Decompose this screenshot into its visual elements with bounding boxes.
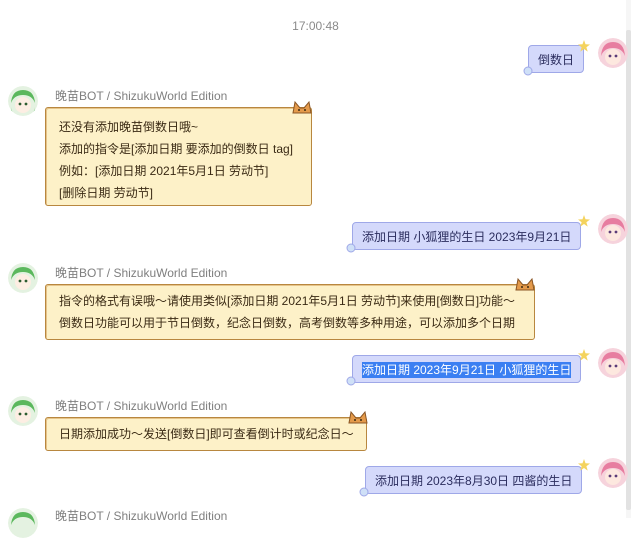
green-haired-girl-avatar-icon [8, 263, 38, 293]
cat-ears-icon [515, 277, 535, 291]
cat-ears-icon [348, 410, 368, 424]
bubble-corner-icon [346, 243, 356, 253]
bot-sender-name: 晚苗BOT / ShizukuWorld Edition [55, 266, 228, 280]
user-avatar[interactable] [598, 348, 628, 378]
user-message-bubble[interactable]: 添加日期 2023年8月30日 四酱的生日 [365, 466, 583, 494]
bot-avatar[interactable] [8, 263, 38, 293]
bubble-corner-icon [523, 66, 533, 76]
user-avatar[interactable] [598, 214, 628, 244]
star-icon [578, 349, 590, 361]
scrollbar[interactable] [626, 0, 631, 518]
bot-sender-name: 晚苗BOT / ShizukuWorld Edition [55, 509, 228, 523]
user-avatar[interactable] [598, 38, 628, 68]
bot-message-line: 倒数日功能可以用于节日倒数，纪念日倒数，高考倒数等多种用途，可以添加多个日期 [59, 316, 516, 330]
bot-message-line: 例如：[添加日期 2021年5月1日 劳动节] [59, 164, 269, 178]
bot-message-line: 日期添加成功～发送[倒数日]即可查看倒计时或纪念日～ [59, 427, 354, 441]
user-message-text: 添加日期 小狐狸的生日 2023年9月21日 [362, 230, 572, 244]
star-icon [578, 215, 590, 227]
bubble-corner-icon [359, 487, 369, 497]
bubble-corner-icon [346, 376, 356, 386]
pink-haired-girl-avatar-icon [598, 348, 628, 378]
bot-message-bubble[interactable]: 指令的格式有误哦～请使用类似[添加日期 2021年5月1日 劳动节]来使用[倒数… [45, 284, 535, 340]
bot-message-line: 添加的指令是[添加日期 要添加的倒数日 tag] [59, 142, 294, 156]
user-message-bubble[interactable]: 倒数日 [528, 45, 585, 73]
user-message-text: 添加日期 2023年8月30日 四酱的生日 [375, 474, 573, 488]
cat-ears-icon [292, 100, 312, 114]
pink-haired-girl-avatar-icon [598, 38, 628, 68]
star-icon [578, 459, 590, 471]
star-icon [578, 40, 590, 52]
bot-message-line: [删除日期 劳动节] [59, 186, 154, 200]
bot-sender-name: 晚苗BOT / ShizukuWorld Edition [55, 89, 228, 103]
user-message-bubble[interactable]: 添加日期 2023年9月21日 小狐狸的生日 [352, 355, 582, 383]
bot-message-line: 还没有添加晚苗倒数日哦~ [59, 120, 199, 134]
selected-message-text[interactable]: 添加日期 2023年9月21日 小狐狸的生日 [362, 362, 572, 378]
green-haired-girl-avatar-icon [8, 508, 38, 538]
green-haired-girl-avatar-icon [8, 86, 38, 116]
user-message-text: 倒数日 [538, 53, 575, 67]
bot-avatar[interactable] [8, 396, 38, 426]
bot-message-bubble[interactable]: 日期添加成功～发送[倒数日]即可查看倒计时或纪念日～ [45, 417, 367, 451]
bot-sender-name: 晚苗BOT / ShizukuWorld Edition [55, 399, 228, 413]
green-haired-girl-avatar-icon [8, 396, 38, 426]
bot-avatar[interactable] [8, 86, 38, 116]
bot-avatar[interactable] [8, 508, 38, 538]
scroll-thumb[interactable] [626, 30, 631, 510]
bot-message-bubble[interactable]: 还没有添加晚苗倒数日哦~ 添加的指令是[添加日期 要添加的倒数日 tag] 例如… [45, 107, 312, 206]
pink-haired-girl-avatar-icon [598, 458, 628, 488]
user-message-bubble[interactable]: 添加日期 小狐狸的生日 2023年9月21日 [352, 222, 582, 250]
user-avatar[interactable] [598, 458, 628, 488]
chat-timestamp: 17:00:48 [292, 19, 339, 33]
pink-haired-girl-avatar-icon [598, 214, 628, 244]
bot-message-line: 指令的格式有误哦～请使用类似[添加日期 2021年5月1日 劳动节]来使用[倒数… [59, 294, 516, 308]
